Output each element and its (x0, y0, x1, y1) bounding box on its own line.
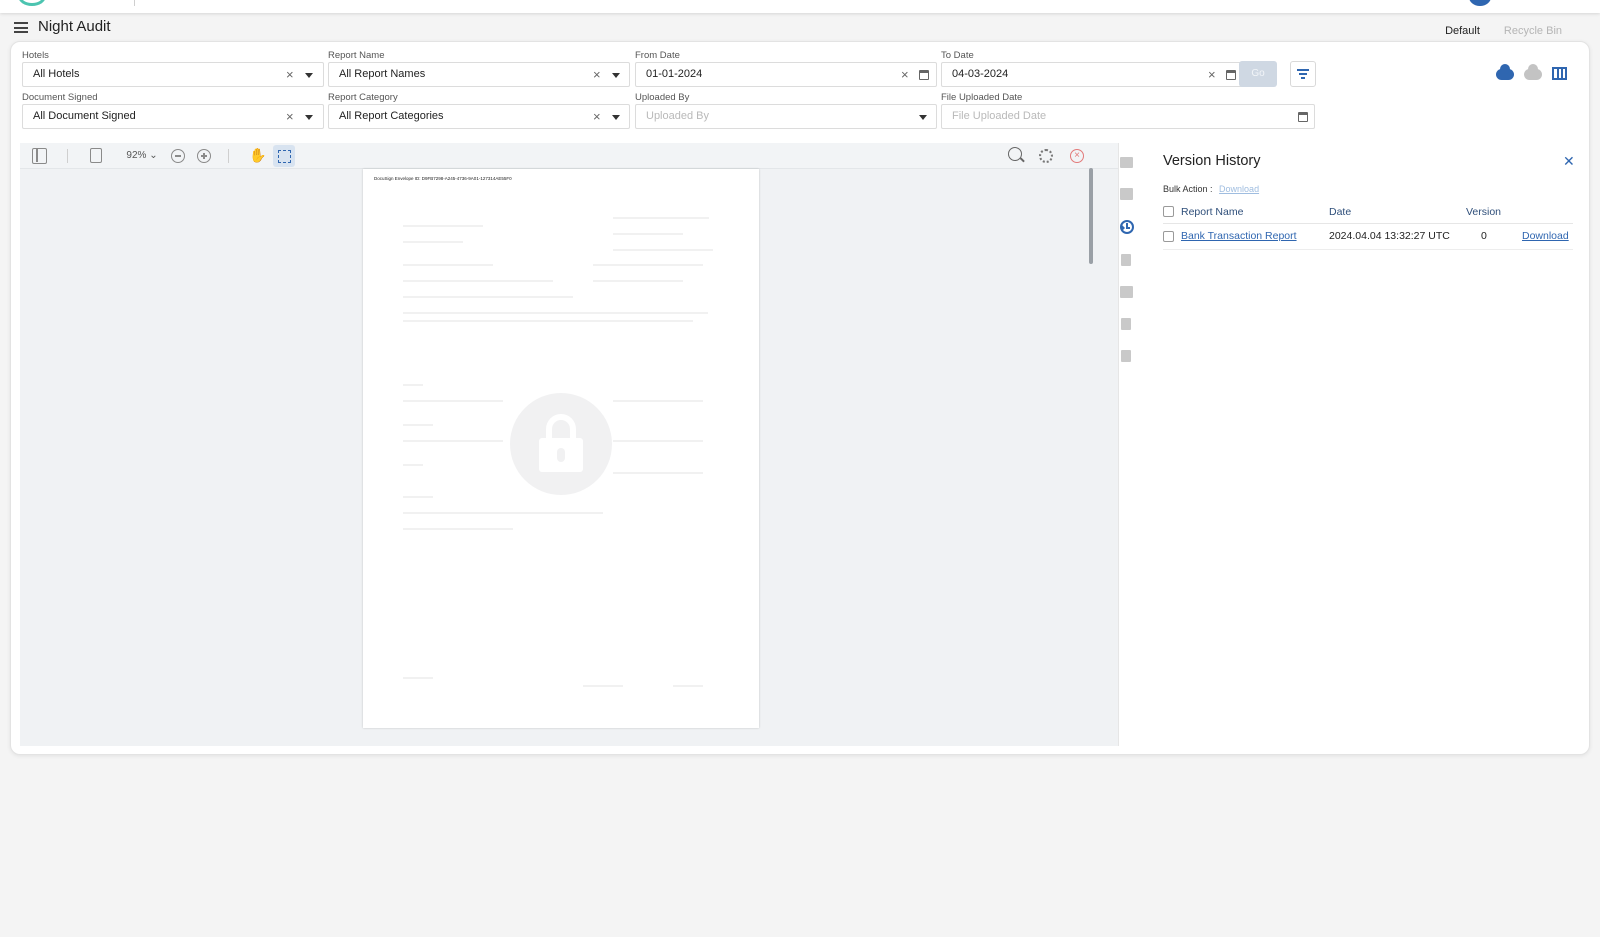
calendar-icon[interactable] (919, 70, 929, 80)
top-navbar (0, 0, 1600, 13)
user-avatar[interactable] (1469, 0, 1491, 6)
toolbar-divider (67, 149, 68, 163)
chevron-down-icon[interactable] (612, 115, 620, 120)
clear-icon[interactable]: × (286, 63, 294, 86)
row-checkbox[interactable] (1163, 230, 1174, 242)
cloud-download-icon[interactable] (1524, 64, 1542, 80)
cloud-upload-icon[interactable] (1496, 64, 1514, 80)
bulk-download-link[interactable]: Download (1219, 184, 1259, 194)
calendar-icon[interactable] (1298, 112, 1308, 122)
to-date-label: To Date (941, 50, 974, 61)
clear-icon[interactable]: × (593, 105, 601, 128)
zoom-in-icon[interactable] (197, 149, 211, 163)
clear-icon[interactable]: × (1208, 63, 1216, 86)
table-header-row: Report Name Date Version (1163, 201, 1573, 224)
hotels-filter: Hotels All Hotels × (22, 49, 324, 87)
hotels-select[interactable]: All Hotels × (22, 62, 324, 87)
download-link[interactable]: Download (1522, 230, 1569, 242)
pan-hand-icon[interactable]: ✋ (249, 147, 266, 163)
version-history-title: Version History (1163, 153, 1261, 169)
uploaded-by-select[interactable]: Uploaded By (635, 104, 937, 129)
app-logo[interactable] (18, 0, 46, 6)
report-name-value: All Report Names (339, 68, 426, 80)
header-actions (1496, 64, 1576, 82)
report-category-label: Report Category (328, 92, 398, 103)
page-title: Night Audit (38, 18, 111, 35)
chevron-down-icon[interactable] (305, 73, 313, 78)
column-version: Version (1466, 201, 1522, 224)
to-date-value: 04-03-2024 (952, 68, 1009, 80)
zoom-out-icon[interactable] (171, 149, 185, 163)
chevron-down-icon[interactable] (919, 115, 927, 120)
close-viewer-icon[interactable]: × (1070, 149, 1084, 163)
from-date-value: 01-01-2024 (646, 68, 703, 80)
to-date-filter: To Date 04-03-2024 × (941, 49, 1243, 87)
column-date: Date (1329, 201, 1466, 224)
viewer-toolbar: 92% ⌄ ✋ × (20, 143, 1118, 169)
from-date-filter: From Date 01-01-2024 × (635, 49, 937, 87)
search-icon[interactable] (1008, 147, 1022, 161)
report-category-filter: Report Category All Report Categories × (328, 91, 630, 129)
file-uploaded-date-input[interactable]: File Uploaded Date (941, 104, 1315, 129)
columns-icon[interactable] (1552, 67, 1567, 80)
bulk-action: Bulk Action : Download (1163, 184, 1259, 194)
uploaded-by-filter: Uploaded By Uploaded By (635, 91, 937, 129)
menu-icon[interactable] (14, 22, 28, 33)
zoom-select[interactable]: 92% ⌄ (123, 147, 161, 165)
bulk-action-label: Bulk Action : (1163, 184, 1213, 194)
version-history-table: Report Name Date Version Bank Transactio… (1163, 201, 1573, 250)
viewer-scrollbar[interactable] (1089, 168, 1093, 264)
document-signed-select[interactable]: All Document Signed × (22, 104, 324, 129)
clear-icon[interactable]: × (901, 63, 909, 86)
file-uploaded-date-placeholder: File Uploaded Date (952, 110, 1047, 122)
hotels-label: Hotels (22, 50, 49, 61)
filter-icon[interactable] (1290, 61, 1316, 87)
report-category-select[interactable]: All Report Categories × (328, 104, 630, 129)
report-category-value: All Report Categories (339, 110, 444, 122)
selection-tool-icon[interactable] (273, 145, 295, 167)
from-date-input[interactable]: 01-01-2024 × (635, 62, 937, 87)
uploaded-by-label: Uploaded By (635, 92, 690, 103)
close-icon[interactable]: ✕ (1563, 153, 1575, 170)
clear-icon[interactable]: × (593, 63, 601, 86)
gear-icon[interactable] (1039, 149, 1053, 163)
report-name-link[interactable]: Bank Transaction Report (1181, 230, 1297, 242)
row-version: 0 (1466, 223, 1522, 250)
clear-icon[interactable]: × (286, 105, 294, 128)
document-signed-filter: Document Signed All Document Signed × (22, 91, 324, 129)
row-date: 2024.04.04 13:32:27 UTC (1329, 223, 1466, 250)
document-signed-value: All Document Signed (33, 110, 136, 122)
lock-icon (510, 393, 612, 495)
page-view-icon[interactable] (90, 148, 102, 163)
navbar-divider (134, 0, 135, 6)
zoom-value: 92% (126, 150, 147, 161)
file-uploaded-date-filter: File Uploaded Date File Uploaded Date (941, 91, 1316, 129)
hotels-value: All Hotels (33, 68, 80, 80)
document-viewer: 92% ⌄ ✋ × DocuSign Envelope ID: D9FB7298… (20, 143, 1118, 746)
select-all-checkbox[interactable] (1163, 206, 1174, 218)
column-report-name: Report Name (1181, 201, 1329, 224)
sidebar-toggle-icon[interactable] (32, 148, 47, 164)
calendar-icon[interactable] (1226, 70, 1236, 80)
document-page: DocuSign Envelope ID: D9FB7298-A245-4736… (363, 169, 759, 728)
from-date-label: From Date (635, 50, 680, 61)
to-date-input[interactable]: 04-03-2024 × (941, 62, 1243, 87)
toolbar-divider (228, 149, 229, 163)
version-history-panel: Version History ✕ Bulk Action : Download… (1118, 143, 1584, 746)
file-uploaded-date-label: File Uploaded Date (941, 92, 1023, 103)
title-bar: Night Audit Default Recycle Bin (0, 13, 1600, 44)
report-name-select[interactable]: All Report Names × (328, 62, 630, 87)
table-row: Bank Transaction Report 2024.04.04 13:32… (1163, 223, 1573, 250)
uploaded-by-placeholder: Uploaded By (646, 110, 709, 122)
chevron-down-icon[interactable] (612, 73, 620, 78)
document-signed-label: Document Signed (22, 92, 98, 103)
go-button[interactable]: Go (1239, 61, 1277, 87)
report-name-filter: Report Name All Report Names × (328, 49, 630, 87)
envelope-id-text: DocuSign Envelope ID: D9FB7298-A245-4736… (374, 176, 512, 181)
report-name-label: Report Name (328, 50, 385, 61)
chevron-down-icon[interactable] (305, 115, 313, 120)
